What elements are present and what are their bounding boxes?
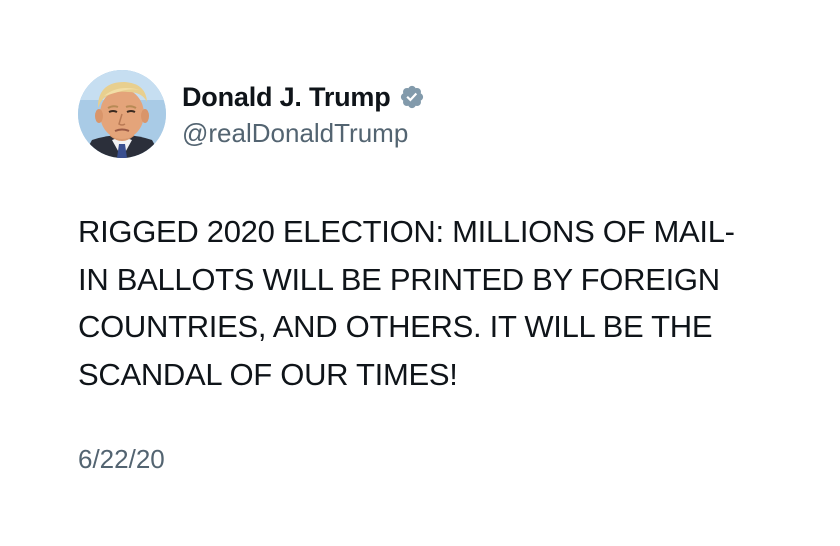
author-display-name[interactable]: Donald J. Trump xyxy=(182,82,391,113)
avatar[interactable] xyxy=(78,70,166,158)
tweet-text: RIGGED 2020 ELECTION: MILLIONS OF MAIL- … xyxy=(78,214,735,392)
author-name-row[interactable]: Donald J. Trump xyxy=(182,80,425,114)
tweet-timestamp[interactable]: 6/22/20 xyxy=(78,444,165,475)
tweet-card: Donald J. Trump @realDonaldTrump RIGGED … xyxy=(0,0,840,546)
author-handle[interactable]: @realDonaldTrump xyxy=(182,118,408,149)
verified-badge-icon xyxy=(399,84,425,110)
avatar-portrait-image xyxy=(78,70,166,158)
